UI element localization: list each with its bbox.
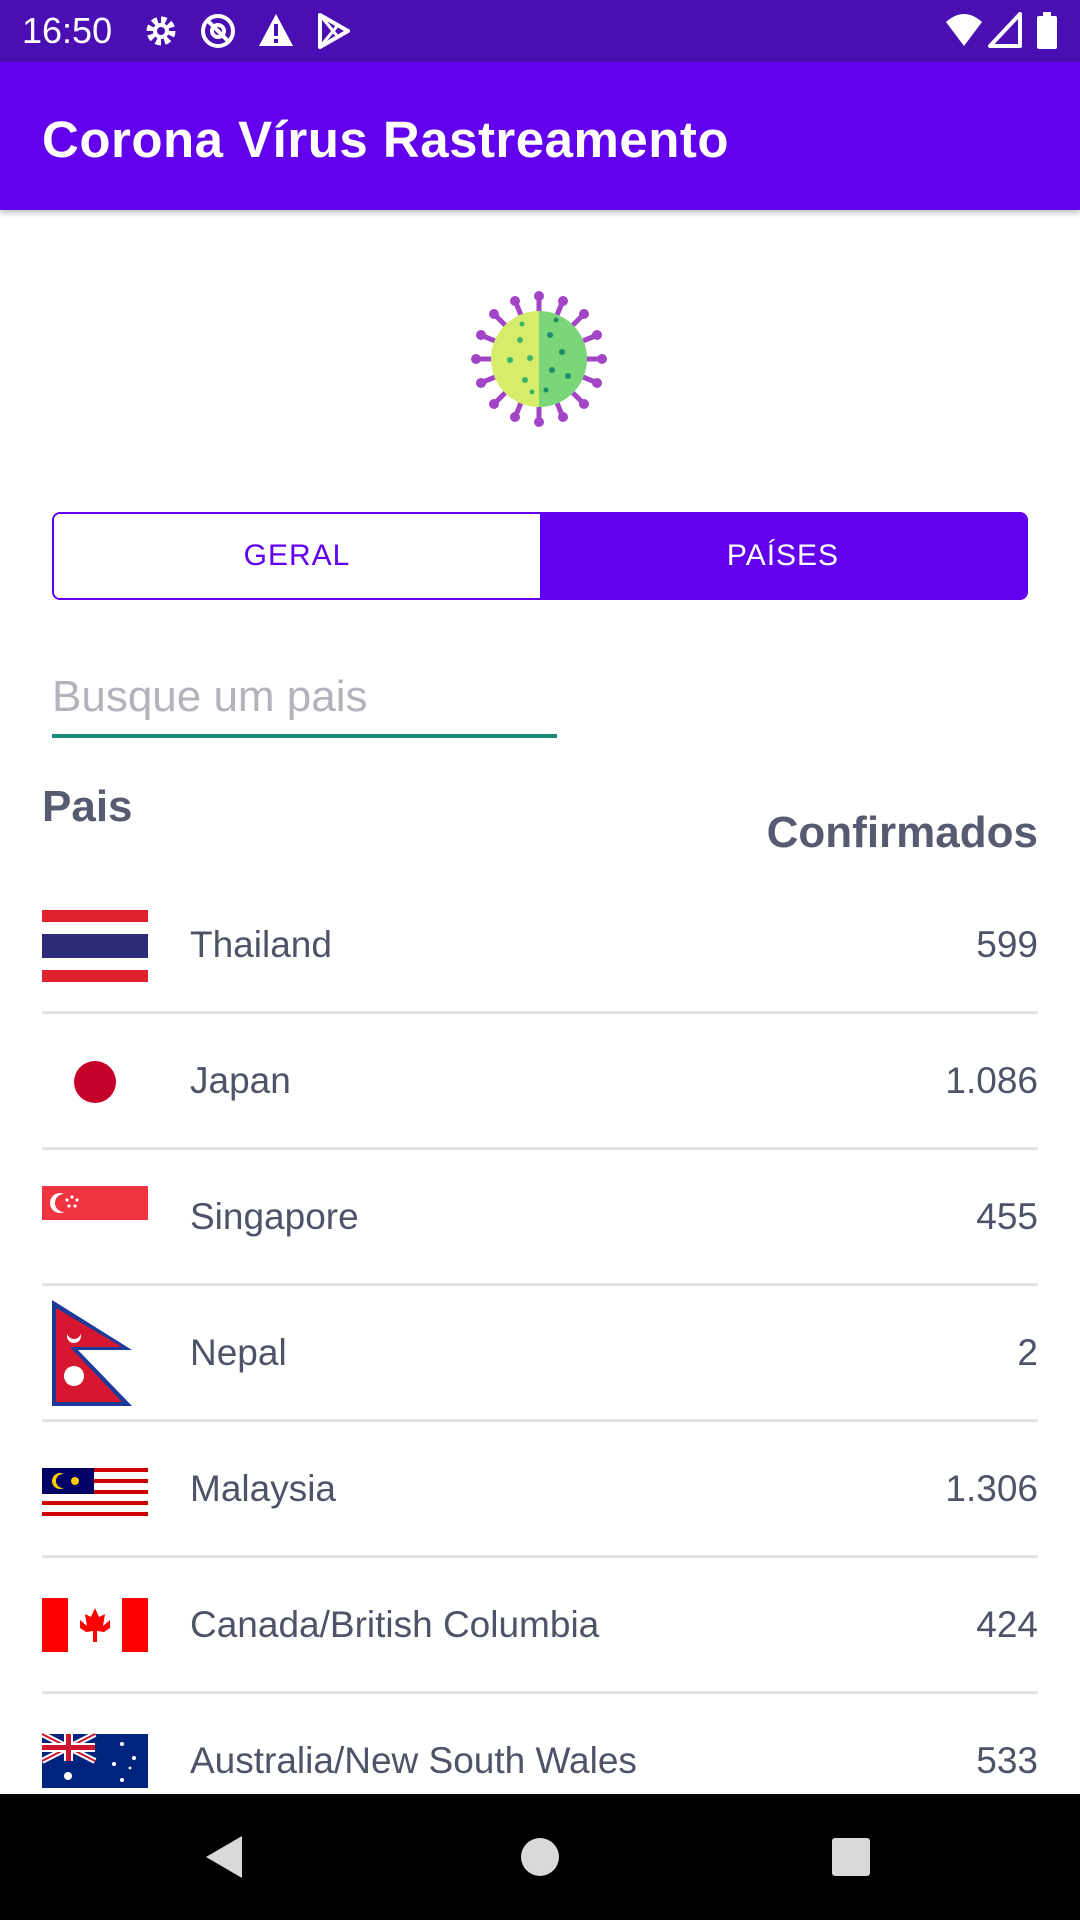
- country-name: Japan: [190, 1060, 291, 1101]
- nepal-flag-icon: [52, 1300, 132, 1406]
- segmented-control: GERAL PAÍSES: [52, 512, 1028, 600]
- list-item[interactable]: Malaysia 1.306: [42, 1422, 1038, 1558]
- tab-paises[interactable]: PAÍSES: [540, 514, 1026, 598]
- australia-flag-icon: [42, 1731, 148, 1788]
- country-name: Malaysia: [190, 1468, 336, 1509]
- confirmed-count: 1.086: [945, 1060, 1038, 1101]
- country-list: Thailand 599 Japan 1.086 Singapore 455 N…: [42, 878, 1038, 1827]
- confirmed-count: 424: [976, 1604, 1038, 1645]
- status-bar: 16:50: [0, 0, 1080, 62]
- warning-icon: [259, 14, 293, 46]
- play-store-icon: [318, 13, 350, 49]
- list-item[interactable]: Nepal 2: [42, 1286, 1038, 1422]
- confirmed-count: 599: [976, 924, 1038, 965]
- country-name: Thailand: [190, 924, 332, 965]
- recents-icon[interactable]: [830, 1834, 872, 1880]
- country-name: Nepal: [190, 1332, 287, 1373]
- search-input[interactable]: [52, 660, 557, 738]
- navigation-bar: [0, 1794, 1080, 1920]
- virus-icon: [471, 291, 607, 427]
- at-sign-icon: [201, 14, 235, 48]
- japan-flag-icon: [42, 1046, 148, 1118]
- confirmed-column-header: Confirmados: [766, 808, 1038, 857]
- country-name: Canada/British Columbia: [190, 1604, 600, 1645]
- confirmed-count: 2: [1017, 1332, 1038, 1373]
- list-item[interactable]: Canada/British Columbia 424: [42, 1558, 1038, 1694]
- gear-icon: [146, 16, 176, 46]
- list-item[interactable]: Singapore 455: [42, 1150, 1038, 1286]
- list-item[interactable]: Japan 1.086: [42, 1014, 1038, 1150]
- confirmed-count: 455: [976, 1196, 1038, 1237]
- wifi-icon: [946, 14, 982, 46]
- country-name: Australia/New South Wales: [190, 1740, 637, 1781]
- tab-geral[interactable]: GERAL: [54, 514, 540, 598]
- canada-flag-icon: [42, 1598, 148, 1652]
- battery-icon: [1037, 12, 1057, 49]
- home-icon[interactable]: [520, 1834, 560, 1880]
- signal-icon: [988, 12, 1022, 48]
- app-title: Corona Vírus Rastreamento: [42, 111, 730, 168]
- app-bar: Corona Vírus Rastreamento: [0, 62, 1080, 210]
- malaysia-flag-icon: [42, 1468, 148, 1518]
- singapore-flag-icon: [42, 1186, 148, 1254]
- country-name: Singapore: [190, 1196, 359, 1237]
- list-item[interactable]: Thailand 599: [42, 878, 1038, 1014]
- country-column-header: Pais: [42, 782, 133, 831]
- thailand-flag-icon: [42, 910, 148, 982]
- status-time: 16:50: [22, 10, 113, 51]
- back-icon[interactable]: [204, 1834, 244, 1880]
- confirmed-count: 1.306: [945, 1468, 1038, 1509]
- confirmed-count: 533: [976, 1740, 1038, 1781]
